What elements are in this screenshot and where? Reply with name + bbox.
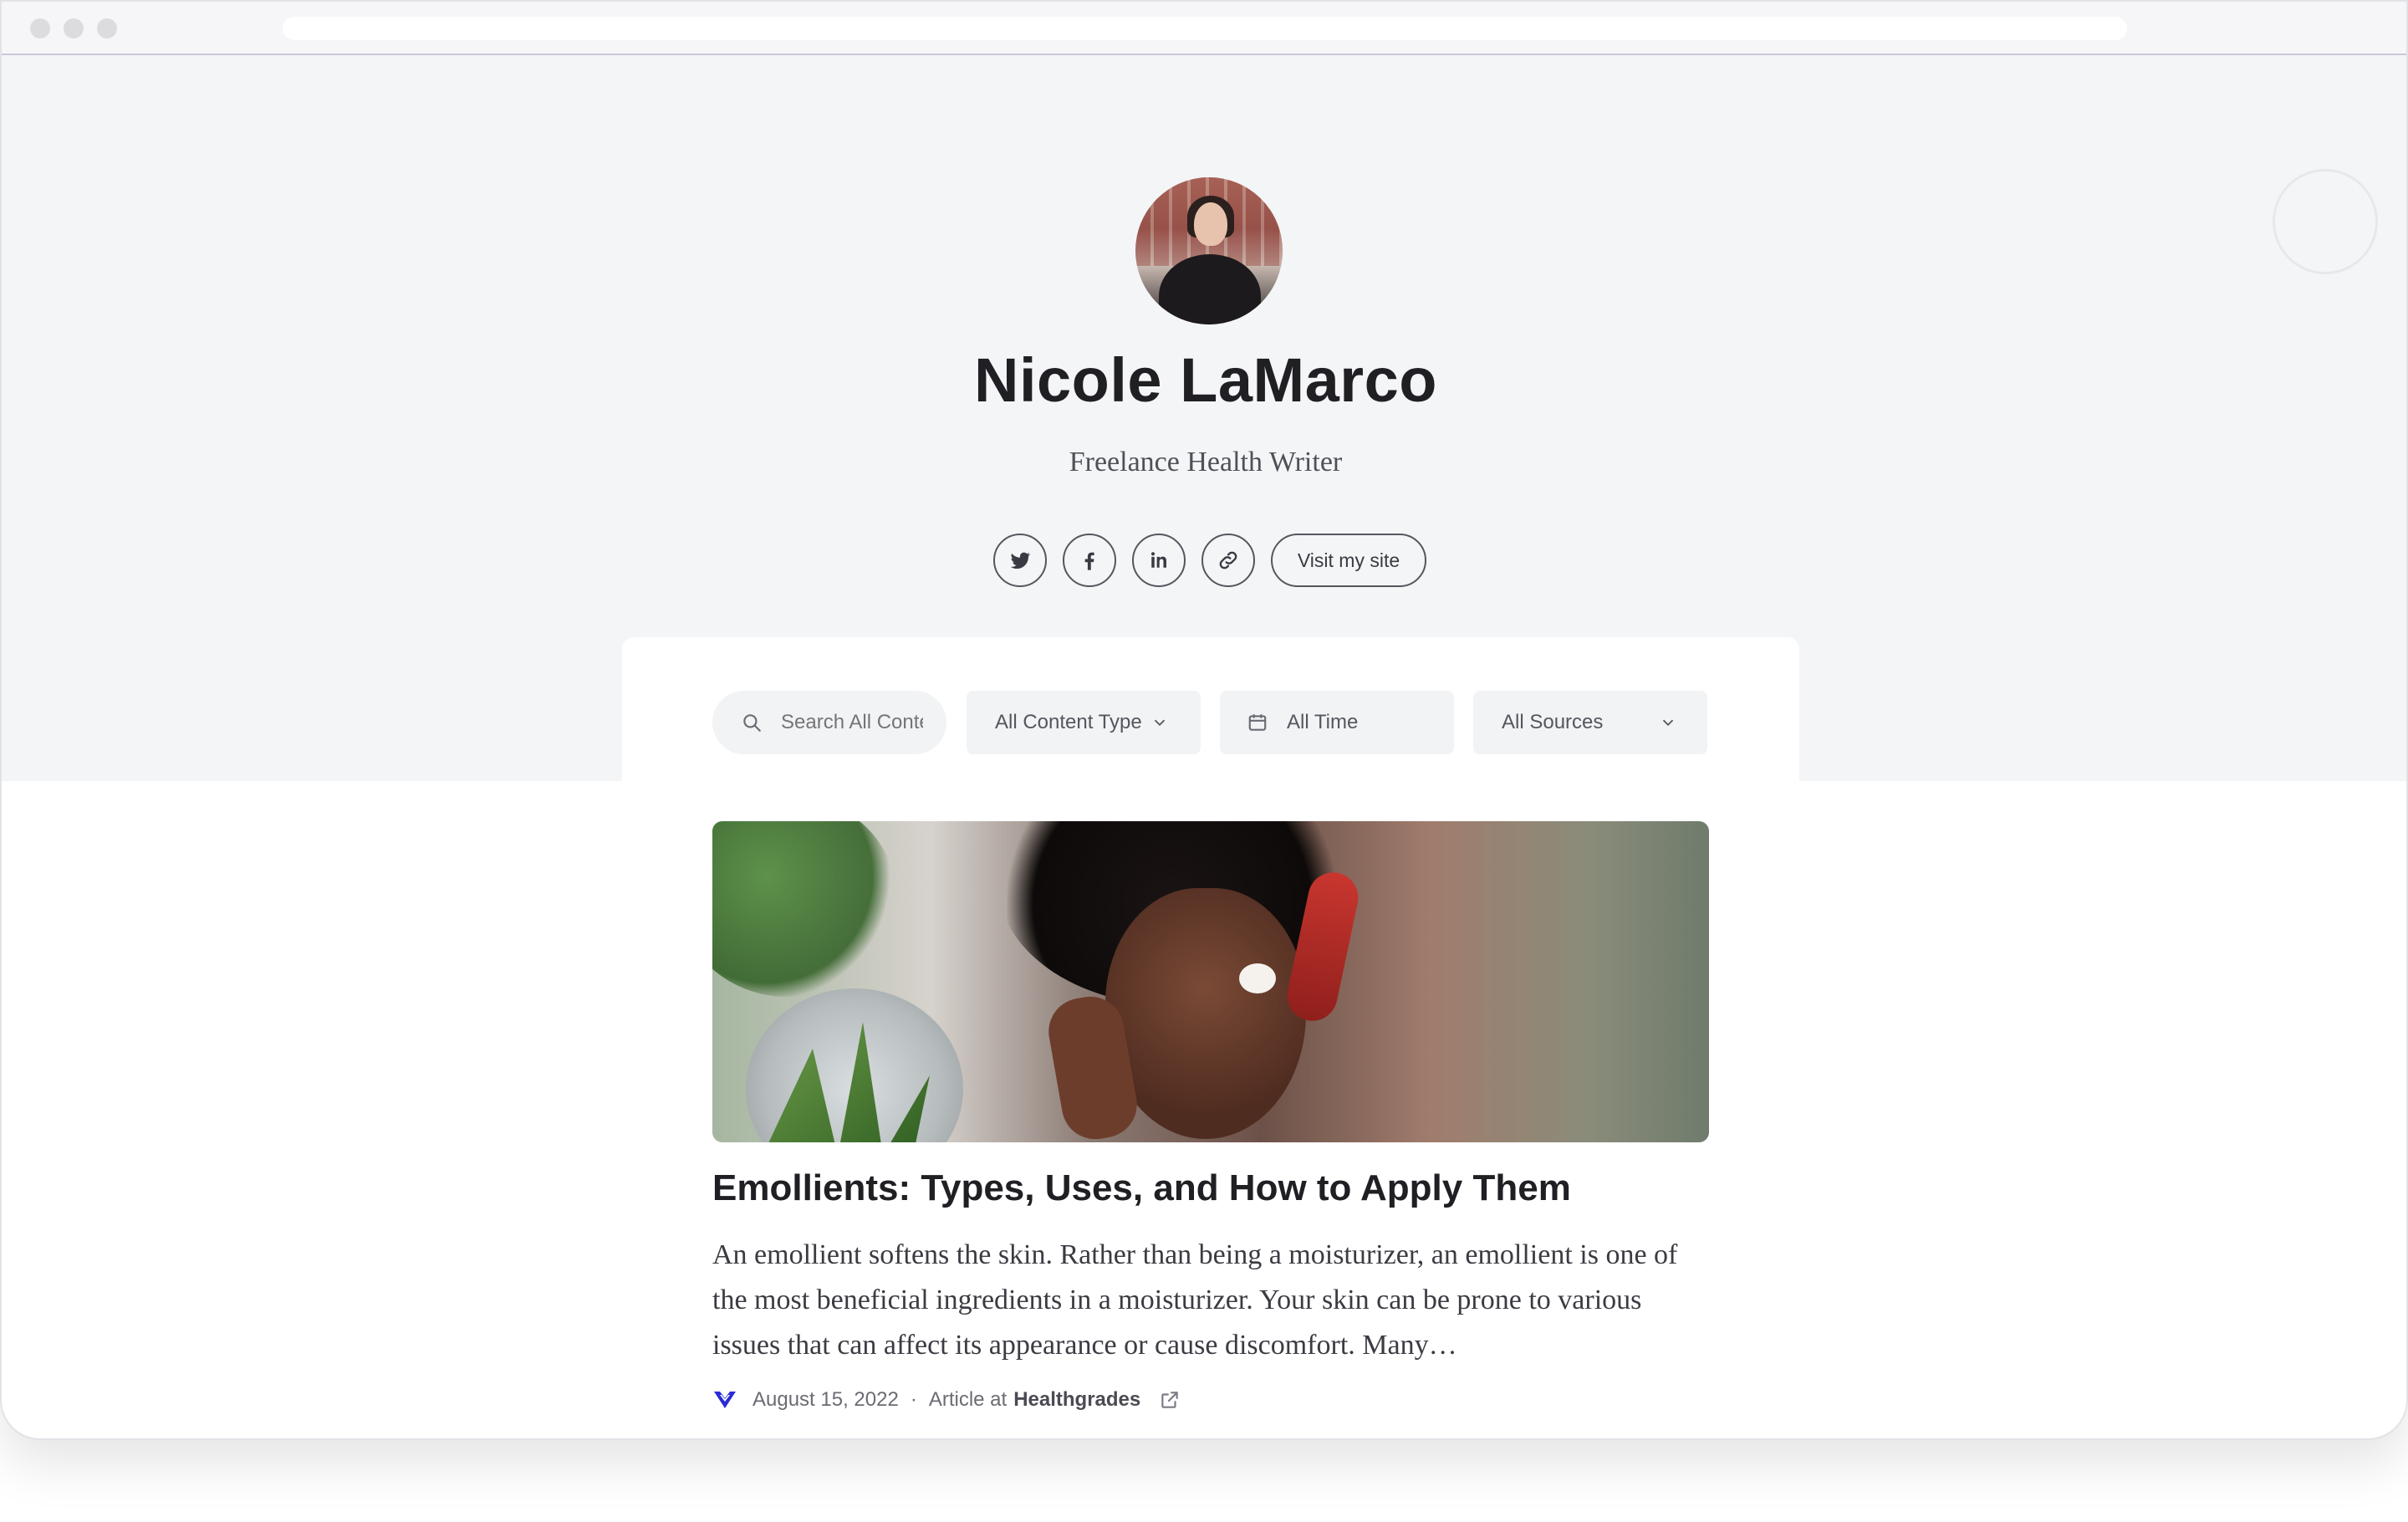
external-link-icon[interactable] <box>1159 1389 1181 1411</box>
article-type-label: Article at <box>928 1388 1008 1411</box>
meta-separator: · <box>910 1388 917 1411</box>
linkedin-button[interactable] <box>1132 534 1186 587</box>
twitter-button[interactable] <box>993 534 1047 587</box>
article-title[interactable]: Emollients: Types, Uses, and How to Appl… <box>712 1167 1716 1209</box>
healthgrades-logo-icon <box>714 1392 736 1408</box>
search-input[interactable] <box>781 711 923 734</box>
facebook-button[interactable] <box>1063 534 1116 587</box>
browser-titlebar <box>2 2 2406 55</box>
profile-name: Nicole LaMarco <box>974 345 1437 415</box>
window-minimize-button[interactable] <box>64 18 84 38</box>
calendar-icon <box>1248 714 1267 731</box>
content-type-value: All Content Types <box>995 711 1142 733</box>
time-range-value: All Time <box>1287 711 1359 733</box>
sources-value: All Sources <box>1502 711 1604 733</box>
address-bar[interactable] <box>283 17 2127 40</box>
twitter-icon <box>1010 552 1031 569</box>
window-close-button[interactable] <box>30 18 50 38</box>
article-date: August 15, 2022 <box>752 1388 899 1411</box>
time-range-dropdown[interactable]: All Time <box>1220 691 1454 754</box>
chevron-down-icon <box>1154 719 1166 727</box>
browser-window: Nicole LaMarco Freelance Health Writer V… <box>0 0 2408 1440</box>
linkedin-icon <box>1150 552 1166 568</box>
article-excerpt: An emollient softens the skin. Rather th… <box>712 1239 1678 1361</box>
search-icon <box>743 714 761 732</box>
avatar <box>1135 177 1283 324</box>
sources-dropdown[interactable]: All Sources <box>1473 691 1707 754</box>
article-thumbnail[interactable] <box>712 821 1709 1142</box>
visit-site-button[interactable]: Visit my site <box>1271 534 1426 587</box>
link-icon <box>1219 551 1237 569</box>
content-type-dropdown[interactable]: All Content Types <box>967 691 1201 754</box>
facebook-icon <box>1084 552 1094 570</box>
watermark-logo-icon <box>2273 169 2378 274</box>
window-maximize-button[interactable] <box>97 18 117 38</box>
chevron-down-icon <box>1662 719 1674 727</box>
website-link-button[interactable] <box>1201 534 1255 587</box>
article-source-link[interactable]: Healthgrades <box>1013 1388 1140 1412</box>
article-meta: August 15, 2022 · Article at Healthgrade… <box>712 1385 1181 1415</box>
profile-tagline: Freelance Health Writer <box>1069 447 1343 478</box>
search-field[interactable] <box>712 691 946 754</box>
